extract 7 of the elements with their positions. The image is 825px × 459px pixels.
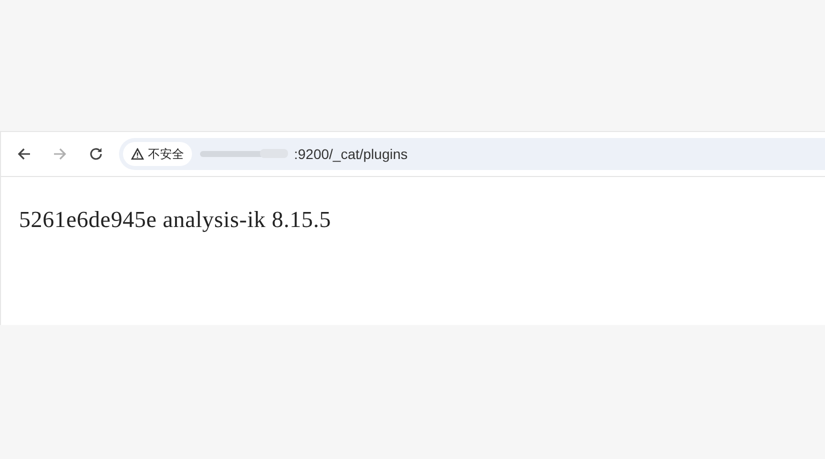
- reload-icon[interactable]: [89, 147, 103, 161]
- warning-icon: [131, 148, 144, 160]
- back-icon[interactable]: [17, 147, 31, 161]
- url-text: :9200/_cat/plugins: [294, 146, 408, 162]
- page-text: 5261e6de945e analysis-ik 8.15.5: [19, 207, 332, 232]
- security-chip[interactable]: 不安全: [123, 142, 192, 166]
- address-bar[interactable]: 不安全 :9200/_cat/plugins: [119, 138, 825, 170]
